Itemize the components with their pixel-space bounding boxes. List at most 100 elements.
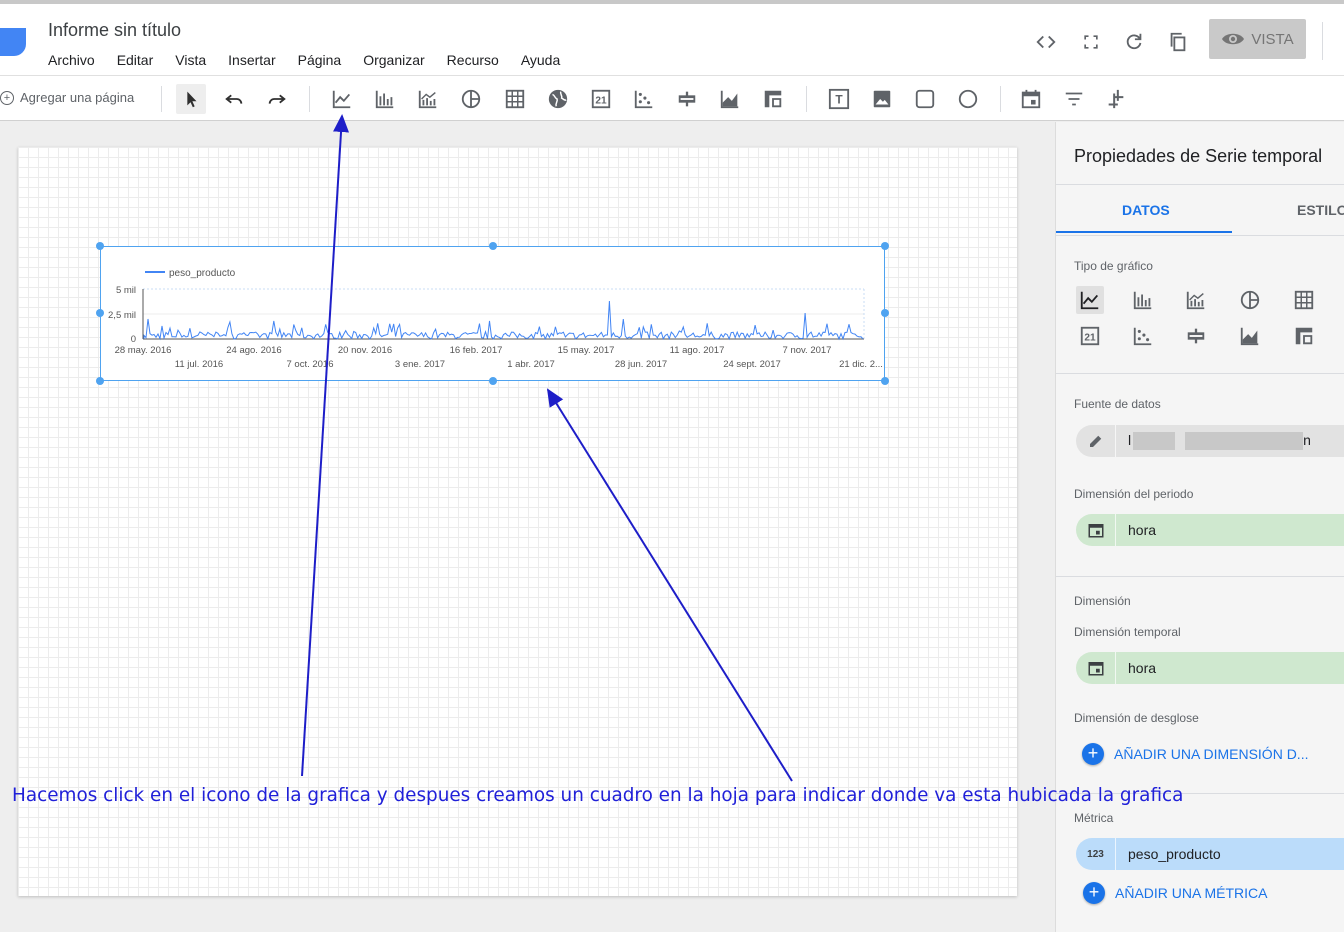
menu-archivo[interactable]: Archivo	[48, 52, 95, 68]
x-tick-label: 11 ago. 2017	[670, 345, 725, 356]
x-tick-label: 21 dic. 2...	[839, 359, 883, 370]
edit-pencil-icon[interactable]	[1076, 425, 1116, 457]
time-dimension-chip[interactable]: hora	[1076, 652, 1344, 684]
x-tick-label: 28 jun. 2017	[615, 359, 667, 370]
metric-chip[interactable]: 123 peso_producto	[1076, 838, 1344, 870]
resize-handle-top-left[interactable]	[96, 242, 104, 250]
text-box-button[interactable]: T	[824, 84, 854, 114]
select-tool-button[interactable]	[176, 84, 206, 114]
chart-type-combo[interactable]	[1182, 286, 1210, 314]
time-dimension-value: hora	[1128, 660, 1157, 676]
view-mode-button[interactable]: VISTA	[1209, 19, 1306, 59]
data-source-label: Fuente de datos	[1074, 397, 1161, 411]
bar-chart-icon	[1133, 291, 1152, 310]
line-chart-icon	[1080, 291, 1099, 310]
data-studio-logo[interactable]	[0, 28, 26, 56]
pie-chart-button[interactable]	[456, 84, 486, 114]
chart-type-pivot[interactable]	[1290, 322, 1318, 350]
toolbar-divider	[309, 86, 310, 112]
cursor-icon	[187, 91, 197, 108]
add-page-button[interactable]: + Agregar una página	[0, 90, 134, 105]
resize-handle-left[interactable]	[96, 309, 104, 317]
rectangle-button[interactable]	[910, 84, 940, 114]
menu-editar[interactable]: Editar	[117, 52, 154, 68]
chart-type-table[interactable]	[1290, 286, 1318, 314]
metric-label: Métrica	[1074, 811, 1114, 825]
globe-icon	[548, 89, 568, 109]
report-title[interactable]: Informe sin título	[48, 20, 181, 41]
refresh-icon[interactable]	[1122, 30, 1146, 54]
date-range-button[interactable]	[1016, 84, 1046, 114]
menu-vista[interactable]: Vista	[175, 52, 206, 68]
data-control-button[interactable]	[1101, 84, 1131, 114]
chart-type-area[interactable]	[1236, 322, 1264, 350]
undo-button[interactable]	[219, 84, 249, 114]
chart-type-bar[interactable]	[1129, 286, 1157, 314]
geo-map-button[interactable]	[543, 84, 573, 114]
peso-producto-series-line	[143, 300, 864, 341]
y-tick-label: 2,5 mil	[108, 310, 136, 321]
add-dimension-button[interactable]: + AÑADIR UNA DIMENSIÓN D...	[1082, 743, 1308, 765]
menu-organizar[interactable]: Organizar	[363, 52, 424, 68]
chart-type-pie[interactable]	[1236, 286, 1264, 314]
editor-toolbar: + Agregar una página 21 T	[0, 75, 1344, 121]
add-metric-button[interactable]: + AÑADIR UNA MÉTRICA	[1083, 882, 1267, 904]
combo-chart-button[interactable]	[413, 84, 443, 114]
image-button[interactable]	[867, 84, 897, 114]
redo-button[interactable]	[262, 84, 292, 114]
resize-handle-bottom-right[interactable]	[881, 377, 889, 385]
scatter-chart-icon	[1133, 327, 1152, 346]
period-dimension-chip[interactable]: hora	[1076, 514, 1344, 546]
chart-type-scatter[interactable]	[1129, 322, 1157, 350]
resize-handle-right[interactable]	[881, 309, 889, 317]
pivot-table-icon	[1295, 327, 1313, 345]
tab-data[interactable]: DATOS	[1122, 202, 1170, 218]
report-canvas	[0, 122, 1055, 932]
time-series-chart-button[interactable]	[327, 84, 357, 114]
copy-icon[interactable]	[1166, 30, 1190, 54]
bullet-chart-button[interactable]	[672, 84, 702, 114]
circle-button[interactable]	[953, 84, 983, 114]
metric-value: peso_producto	[1128, 846, 1221, 862]
resize-handle-top[interactable]	[489, 242, 497, 250]
resize-handle-top-right[interactable]	[881, 242, 889, 250]
x-tick-label: 24 sept. 2017	[723, 359, 781, 370]
svg-text:T: T	[835, 93, 843, 107]
chart-type-time-series[interactable]	[1076, 286, 1104, 314]
period-dimension-label: Dimensión del periodo	[1074, 487, 1194, 501]
x-ticks-top: 28 may. 2016 24 ago. 2016 20 nov. 2016 1…	[115, 345, 832, 356]
chart-type-scorecard[interactable]: 21	[1076, 322, 1104, 350]
area-chart-button[interactable]	[715, 84, 745, 114]
table-button[interactable]	[500, 84, 530, 114]
embed-code-icon[interactable]	[1034, 30, 1058, 54]
x-tick-label: 24 ago. 2016	[226, 345, 281, 356]
app-window: Informe sin título Archivo Editar Vista …	[0, 0, 1344, 932]
menu-recurso[interactable]: Recurso	[447, 52, 499, 68]
add-metric-label: AÑADIR UNA MÉTRICA	[1115, 885, 1268, 901]
resize-handle-bottom-left[interactable]	[96, 377, 104, 385]
toolbar-divider	[1000, 86, 1001, 112]
divider	[1056, 184, 1344, 185]
bar-chart-button[interactable]	[370, 84, 400, 114]
circle-icon	[958, 89, 978, 109]
x-tick-label: 7 nov. 2017	[783, 345, 832, 356]
scorecard-button[interactable]: 21	[586, 84, 616, 114]
menu-pagina[interactable]: Página	[298, 52, 342, 68]
line-chart-icon	[332, 90, 351, 109]
scatter-chart-button[interactable]	[629, 84, 659, 114]
redo-icon	[268, 94, 286, 104]
resize-handle-bottom[interactable]	[489, 377, 497, 385]
menu-ayuda[interactable]: Ayuda	[521, 52, 560, 68]
chart-type-bullet[interactable]	[1182, 322, 1210, 350]
menu-insertar[interactable]: Insertar	[228, 52, 275, 68]
fullscreen-icon[interactable]	[1079, 30, 1103, 54]
image-icon	[873, 90, 891, 108]
filter-control-button[interactable]	[1059, 84, 1089, 114]
time-series-chart[interactable]: peso_producto 5 mil 2,5 mil 0 28 may. 20…	[96, 242, 889, 385]
pivot-table-button[interactable]	[758, 84, 788, 114]
data-source-name: ln	[1116, 432, 1311, 451]
tab-style[interactable]: ESTILO	[1297, 202, 1344, 218]
header-divider	[1322, 22, 1323, 60]
data-source-chip[interactable]: ln	[1076, 425, 1344, 457]
table-icon	[505, 89, 525, 109]
